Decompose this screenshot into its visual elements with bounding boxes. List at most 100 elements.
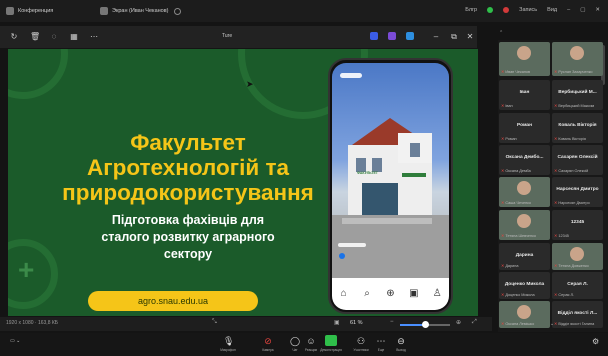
- participant-tile[interactable]: ✕ Тетяна Шевченко: [499, 210, 550, 240]
- camera-settings-icon[interactable]: ▭ ⌄: [10, 338, 20, 344]
- microphone-icon[interactable]: 🎙: [223, 336, 234, 346]
- participant-tile[interactable]: Дарина ✕ Дарина: [499, 243, 550, 270]
- chat-icon[interactable]: ◯: [290, 336, 300, 346]
- participants-icon[interactable]: ⚇: [356, 336, 366, 346]
- participant-tile[interactable]: ✕ Иван Чеканов: [499, 42, 550, 76]
- close-tab-icon[interactable]: [174, 8, 181, 15]
- mic-muted-icon: ✕: [554, 103, 558, 108]
- pen-icon[interactable]: [370, 32, 378, 40]
- more-icon[interactable]: ⋯: [90, 33, 98, 41]
- chat-bubble-icon[interactable]: ◌: [50, 33, 58, 41]
- participant-name: Сахарян Олексій: [557, 155, 598, 160]
- mic-muted-icon: ✕: [554, 136, 558, 141]
- highlighter-icon[interactable]: [388, 32, 396, 40]
- fit-icon[interactable]: ⤡: [212, 319, 217, 326]
- slide-subtitle: Підготовка фахівців для сталого розвитку…: [56, 212, 320, 263]
- slide-title: Факультет Агротехнологій та природокорис…: [34, 130, 342, 205]
- profile-icon: ♙: [432, 288, 442, 299]
- panel-expand-icon[interactable]: ⌄: [550, 321, 554, 327]
- participant-video: [570, 46, 584, 60]
- participant-tile[interactable]: Серая Л. ✕ Серая Л.: [552, 272, 603, 299]
- participant-label-text: Вербицький Максим: [558, 103, 595, 108]
- grid-icon[interactable]: ▦: [70, 33, 78, 41]
- zoom-in-icon[interactable]: ⊕: [456, 319, 461, 326]
- reactions-icon[interactable]: ☺: [306, 336, 316, 346]
- participant-label: ✕ Руслан Захарченко: [554, 69, 602, 74]
- mic-muted-icon: ✕: [501, 292, 505, 297]
- shape-icon[interactable]: [406, 32, 414, 40]
- more-options-icon[interactable]: ⋯: [376, 336, 386, 346]
- mic-muted-icon: ✕: [554, 233, 558, 238]
- participant-label: ✕ Вербицький Максим: [554, 103, 602, 108]
- participant-tile[interactable]: Доценко Микола ✕ Доценко Микола: [499, 272, 550, 299]
- slide-subtitle-line: сектору: [163, 247, 213, 261]
- minimize-share-icon[interactable]: –: [432, 33, 440, 41]
- mic-muted-icon: ✕: [501, 69, 505, 74]
- participant-tile[interactable]: ✕ Руслан Захарченко: [552, 42, 603, 76]
- participant-label-text: Серая Л.: [558, 292, 575, 297]
- participant-tile[interactable]: Відділ якості Л... ✕ Відділ якості Галина: [552, 301, 603, 328]
- home-icon: ⌂: [340, 288, 347, 299]
- tab-conference[interactable]: Конференция: [6, 4, 53, 18]
- toolbar-label: Микрофон: [220, 348, 236, 352]
- participant-name: Нарсесян Дмитро: [556, 187, 599, 192]
- participant-name: Вербицький М...: [558, 90, 597, 95]
- participant-label: ✕ 12345: [554, 233, 602, 238]
- participant-name: 12345: [570, 220, 585, 225]
- trash-icon[interactable]: 🗑: [30, 33, 40, 41]
- participant-label: ✕ Дарина: [501, 263, 549, 268]
- mic-muted-icon: ✕: [501, 233, 505, 238]
- toolbar-label: Демонстрация: [320, 348, 342, 352]
- participant-label: ✕ Доценко Микола: [501, 292, 549, 297]
- tab-screen-share[interactable]: Экран (Иван Чеканов): [100, 4, 168, 18]
- participant-name: Доценко Микола: [504, 282, 545, 287]
- participant-tile[interactable]: Роман ✕ Роман: [499, 113, 550, 143]
- zoom-level[interactable]: 61 %: [350, 320, 363, 326]
- share-screen-button[interactable]: [325, 335, 337, 346]
- leave-icon[interactable]: ⊖: [396, 336, 406, 346]
- panel-collapse-icon[interactable]: ⌃: [499, 30, 503, 36]
- mic-muted-icon: ✕: [501, 103, 505, 108]
- participant-tile[interactable]: Коваль Вікторія ✕ Коваль Вікторія: [552, 113, 603, 143]
- close-icon[interactable]: ✕: [595, 7, 600, 13]
- zoom-out-icon[interactable]: −: [390, 319, 394, 325]
- participant-tile[interactable]: Сахарян Олексій ✕ Сахарян Олексій: [552, 145, 603, 175]
- mic-muted-icon: ✕: [501, 168, 505, 173]
- participant-label-text: Іван: [505, 103, 513, 108]
- participant-tile[interactable]: Оксана Дембо... ✕ Оксана Демба: [499, 145, 550, 175]
- refresh-icon[interactable]: ↻: [10, 33, 18, 41]
- fullscreen-icon[interactable]: ▣: [334, 319, 340, 326]
- participant-label: ✕ Відділ якості Галина: [554, 321, 602, 326]
- expand-icon[interactable]: ⤢: [472, 319, 477, 326]
- zoom-slider-handle[interactable]: [421, 321, 429, 328]
- participant-name: Оксана Дембо...: [505, 155, 544, 160]
- mic-muted-icon: ✕: [554, 69, 558, 74]
- record-label: Запись: [519, 7, 538, 13]
- connection-status-icon: [487, 7, 494, 13]
- mic-muted-icon: ✕: [501, 321, 505, 326]
- participant-tile[interactable]: ✕ Тетяна Довженко: [552, 243, 603, 270]
- maximize-icon[interactable]: ▢: [580, 7, 585, 13]
- participant-tile[interactable]: ✕ Сашa Чеченко: [499, 177, 550, 207]
- participant-tile[interactable]: Нарсесян Дмитро ✕ Нарсесян Дмитро: [552, 177, 603, 207]
- participant-tile[interactable]: ✕ Оксана Лемішко: [499, 301, 550, 328]
- participant-tile[interactable]: Іван ✕ Іван: [499, 80, 550, 110]
- participant-label-text: Руслан Захарченко: [558, 69, 593, 74]
- record-icon[interactable]: [503, 7, 510, 13]
- view-label[interactable]: Вид: [547, 7, 557, 13]
- participant-label-text: Оксана Лемішко: [505, 321, 535, 326]
- participant-video: [517, 181, 531, 195]
- screen-icon: [100, 7, 108, 15]
- video-icon: ▣: [409, 288, 419, 299]
- minimize-icon[interactable]: –: [567, 7, 570, 13]
- camera-off-icon[interactable]: ⊘: [263, 336, 273, 346]
- close-share-icon[interactable]: ✕: [466, 33, 474, 41]
- participant-tile[interactable]: 12345 ✕ 12345: [552, 210, 603, 240]
- building-sign: ФАКУЛЬТЕТ: [357, 171, 378, 175]
- popout-icon[interactable]: ⧉: [450, 33, 458, 41]
- participant-tile[interactable]: Вербицький М... ✕ Вербицький Максим: [552, 80, 603, 110]
- mic-muted-icon: ✕: [501, 263, 505, 268]
- image-info: 1920 x 1080 · 163,8 КБ: [6, 320, 59, 326]
- settings-gear-icon[interactable]: ⚙: [592, 337, 599, 346]
- participant-video: [517, 305, 531, 319]
